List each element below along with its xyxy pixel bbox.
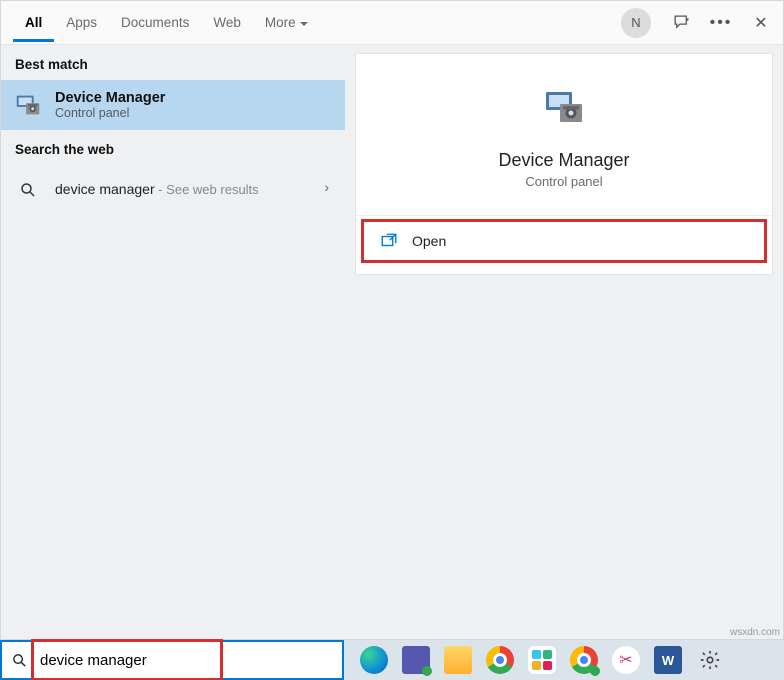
search-window: All Apps Documents Web More N ••• ✕ Best… <box>0 0 784 640</box>
detail-device-manager-icon <box>540 84 588 132</box>
tab-documents[interactable]: Documents <box>109 4 201 42</box>
slack-icon[interactable] <box>528 646 556 674</box>
snip-icon[interactable]: ✂ <box>612 646 640 674</box>
result-device-manager[interactable]: Device Manager Control panel <box>1 80 345 130</box>
result-text: Device Manager Control panel <box>55 90 165 120</box>
taskbar-icons: ✂ W <box>360 646 724 674</box>
detail-subtitle: Control panel <box>356 174 772 216</box>
open-label: Open <box>412 233 446 249</box>
detail-card: Device Manager Control panel Open <box>355 53 773 275</box>
header: All Apps Documents Web More N ••• ✕ <box>1 1 783 45</box>
watermark: wsxdn.com <box>730 627 780 638</box>
search-icon <box>2 652 36 669</box>
taskbar-search[interactable] <box>0 640 344 680</box>
search-web-header: Search the web <box>1 130 345 165</box>
results-body: Best match Device Manager Control panel … <box>1 45 783 639</box>
result-subtitle: Control panel <box>55 106 165 120</box>
web-result-text: device manager - See web results <box>55 181 259 199</box>
detail-title: Device Manager <box>356 150 772 171</box>
tab-more[interactable]: More <box>253 4 320 42</box>
chevron-right-icon: › <box>324 179 329 195</box>
word-icon[interactable]: W <box>654 646 682 674</box>
taskbar: ✂ W <box>0 640 784 680</box>
settings-icon[interactable] <box>696 646 724 674</box>
open-action[interactable]: Open <box>364 222 764 260</box>
tab-all[interactable]: All <box>13 4 54 42</box>
device-manager-icon <box>13 90 43 120</box>
search-icon <box>13 175 43 205</box>
close-button[interactable]: ✕ <box>751 13 771 33</box>
teams-icon[interactable] <box>402 646 430 674</box>
results-list: Best match Device Manager Control panel … <box>1 45 345 639</box>
chrome-icon[interactable] <box>486 646 514 674</box>
user-avatar[interactable]: N <box>621 8 651 38</box>
feedback-icon[interactable] <box>671 13 691 33</box>
file-explorer-icon[interactable] <box>444 646 472 674</box>
tab-web[interactable]: Web <box>201 4 253 42</box>
tab-apps[interactable]: Apps <box>54 4 109 42</box>
chrome-canary-icon[interactable] <box>570 646 598 674</box>
web-hint-text: - See web results <box>155 182 259 197</box>
detail-pane: Device Manager Control panel Open <box>345 45 783 639</box>
more-options-icon[interactable]: ••• <box>711 13 731 33</box>
result-title: Device Manager <box>55 90 165 106</box>
open-icon <box>380 232 398 250</box>
header-actions: N ••• ✕ <box>621 8 771 38</box>
filter-tabs: All Apps Documents Web More <box>13 4 320 42</box>
web-result[interactable]: device manager - See web results › <box>1 165 345 215</box>
best-match-header: Best match <box>1 45 345 80</box>
search-input[interactable] <box>36 642 342 678</box>
edge-icon[interactable] <box>360 646 388 674</box>
web-query-text: device manager <box>55 181 155 197</box>
